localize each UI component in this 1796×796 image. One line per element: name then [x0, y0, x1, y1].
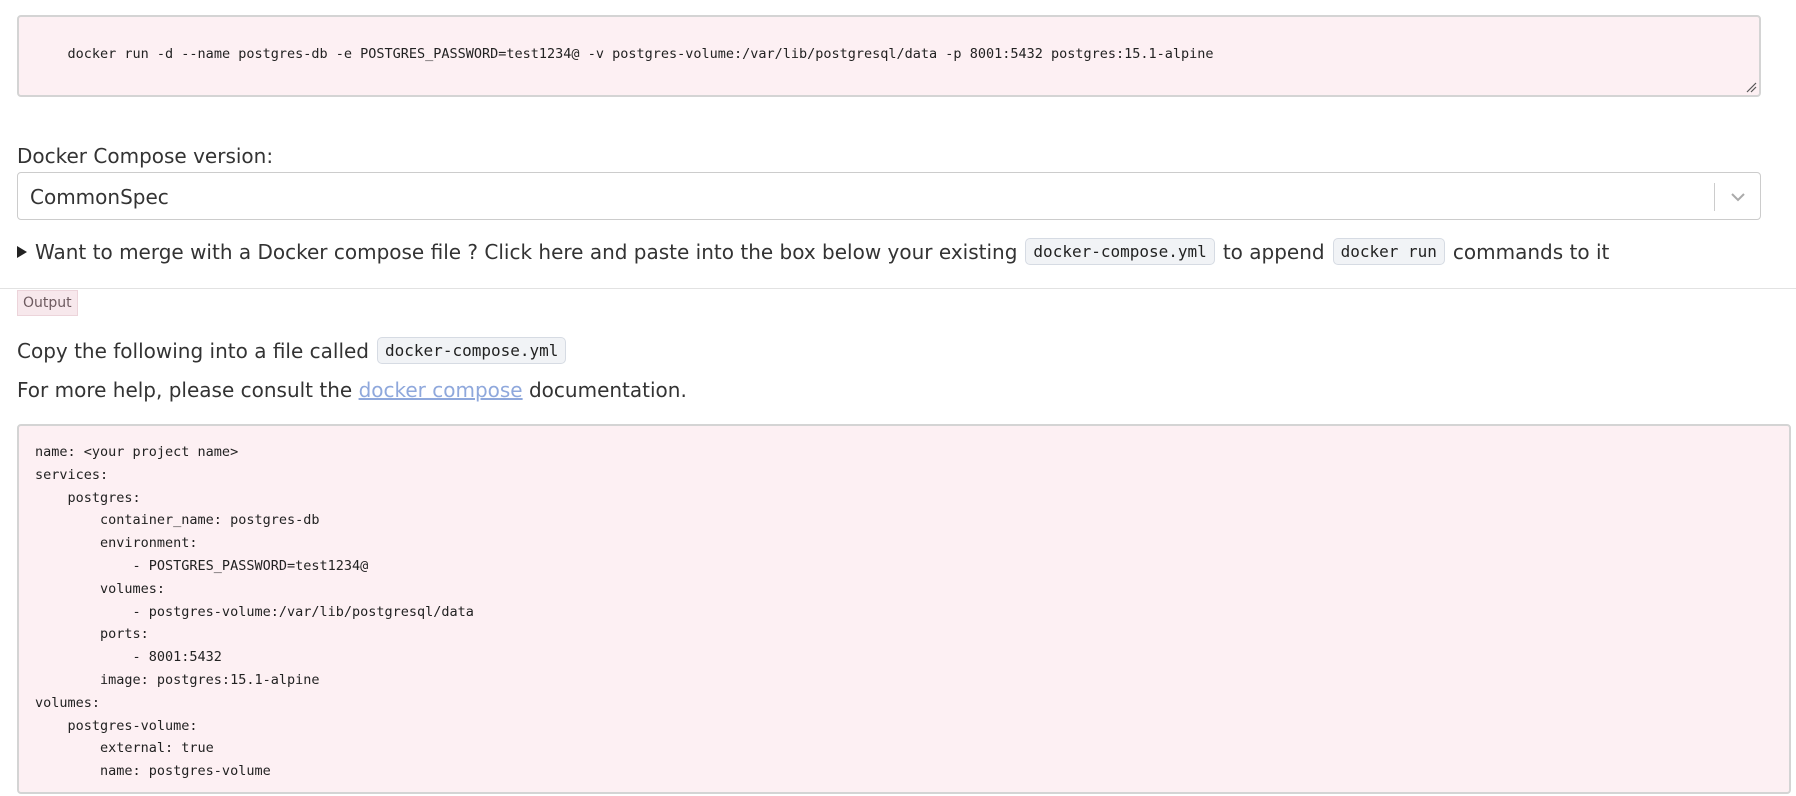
code-line: - POSTGRES_PASSWORD=test1234@: [35, 557, 369, 574]
code-line: postgres:: [35, 489, 141, 506]
code-line: volumes:: [35, 694, 101, 711]
merge-cmd-chip: docker run: [1332, 238, 1445, 265]
compose-version-value: CommonSpec: [30, 185, 169, 209]
code-line: volumes:: [35, 580, 166, 597]
code-line: - 8001:5432: [35, 649, 222, 666]
copy-instructions: Copy the following into a file called do…: [17, 337, 574, 364]
page: docker run -d --name postgres-db -e POST…: [0, 0, 1796, 796]
code-line: image: postgres:15.1-alpine: [35, 671, 320, 688]
compose-output-code[interactable]: name: <your project name> services: postg…: [17, 424, 1791, 794]
resize-grip-icon[interactable]: [1745, 81, 1757, 93]
help-line: For more help, please consult the docker…: [17, 378, 687, 402]
docker-run-textarea[interactable]: docker run -d --name postgres-db -e POST…: [17, 15, 1761, 97]
divider: [0, 288, 1796, 289]
copy-file-chip: docker-compose.yml: [377, 337, 567, 364]
compose-version-select[interactable]: CommonSpec: [17, 172, 1761, 220]
help-text-after: documentation.: [528, 378, 687, 402]
help-text-before: For more help, please consult the: [17, 378, 353, 402]
merge-text-middle: to append: [1222, 239, 1325, 264]
chevron-down-icon[interactable]: [1727, 187, 1749, 207]
code-line: name: <your project name>: [35, 444, 239, 460]
docker-compose-doc-link[interactable]: docker compose: [359, 378, 523, 402]
code-line: environment:: [35, 535, 198, 552]
code-line: postgres-volume:: [35, 717, 198, 734]
triangle-right-icon: [17, 245, 27, 258]
code-line: ports:: [35, 626, 149, 643]
docker-run-text: docker run -d --name postgres-db -e POST…: [67, 46, 1214, 62]
output-tag: Output: [17, 290, 78, 316]
compose-version-label: Docker Compose version:: [17, 144, 274, 168]
merge-text-before: Want to merge with a Docker compose file…: [35, 239, 1018, 264]
copy-text: Copy the following into a file called: [17, 338, 370, 363]
select-divider: [1714, 183, 1715, 211]
merge-compose-toggle[interactable]: Want to merge with a Docker compose file…: [17, 238, 1609, 265]
code-line: external: true: [35, 740, 214, 757]
merge-file-chip: docker-compose.yml: [1025, 238, 1215, 265]
merge-text-after: commands to it: [1452, 239, 1610, 264]
code-line: container_name: postgres-db: [35, 512, 320, 529]
code-line: services:: [35, 466, 109, 483]
code-line: - postgres-volume:/var/lib/postgresql/da…: [35, 603, 474, 620]
code-line: name: postgres-volume: [35, 763, 271, 780]
